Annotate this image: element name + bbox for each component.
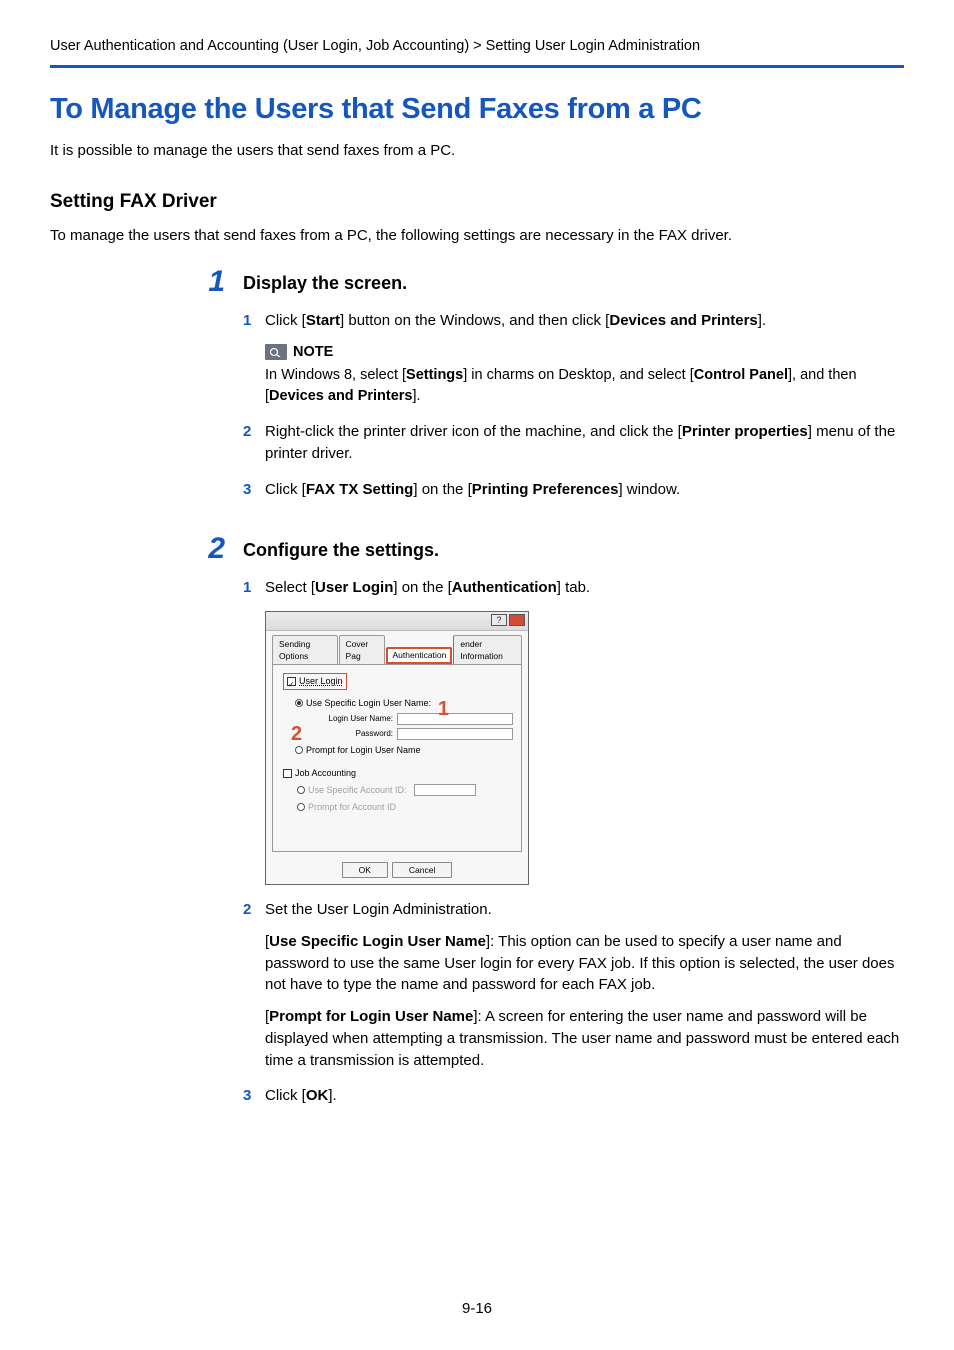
subsection-intro: To manage the users that send faxes from… <box>50 225 904 247</box>
user-login-label: User Login <box>299 675 343 688</box>
login-user-input[interactable] <box>397 713 513 725</box>
intro-text: It is possible to manage the users that … <box>50 140 904 162</box>
use-acc-radio <box>297 786 305 794</box>
tab-sender-info[interactable]: ender Information <box>453 635 522 664</box>
close-button[interactable] <box>509 614 525 626</box>
job-acc-label: Job Accounting <box>295 767 356 780</box>
note-box: NOTE In Windows 8, select [Settings] in … <box>265 342 904 407</box>
step-2-2: 2 Set the User Login Administration. [Us… <box>243 899 904 1071</box>
header-rule <box>50 65 904 68</box>
user-login-checkbox[interactable]: ✓ <box>287 677 296 686</box>
page-title: To Manage the Users that Send Faxes from… <box>50 88 904 130</box>
substep-number: 2 <box>243 421 251 443</box>
cancel-button[interactable]: Cancel <box>392 862 452 878</box>
substep-number: 3 <box>243 1085 251 1107</box>
password-label: Password: <box>315 728 393 740</box>
step-1-title: Display the screen. <box>243 267 904 296</box>
password-input[interactable] <box>397 728 513 740</box>
step-1-number: 1 <box>50 267 243 297</box>
step-2-number: 2 <box>50 534 243 564</box>
step-2-title: Configure the settings. <box>243 534 904 563</box>
tab-cover-page[interactable]: Cover Pag <box>339 635 386 664</box>
login-user-label: Login User Name: <box>315 713 393 725</box>
account-id-input <box>414 784 476 796</box>
use-specific-label: Use Specific Login User Name: <box>306 697 431 710</box>
job-acc-checkbox[interactable] <box>283 769 292 778</box>
breadcrumb: User Authentication and Accounting (User… <box>50 36 904 65</box>
step-1-1: 1 Click [Start] button on the Windows, a… <box>243 310 904 407</box>
prompt-acc-label: Prompt for Account ID <box>308 801 396 814</box>
page-number: 9-16 <box>0 1298 954 1320</box>
use-specific-radio[interactable] <box>295 699 303 707</box>
callout-1: 1 <box>438 695 449 724</box>
tab-sending-options[interactable]: Sending Options <box>272 635 338 664</box>
substep-number: 1 <box>243 577 251 599</box>
step-2-3: 3 Click [OK]. <box>243 1085 904 1107</box>
substep-number: 3 <box>243 479 251 501</box>
note-label: NOTE <box>293 342 333 363</box>
prompt-login-label: Prompt for Login User Name <box>306 744 421 757</box>
use-acc-label: Use Specific Account ID: <box>308 784 407 797</box>
prompt-login-radio[interactable] <box>295 746 303 754</box>
help-button[interactable]: ? <box>491 614 507 626</box>
callout-2: 2 <box>291 720 302 749</box>
step-2-1: 1 Select [User Login] on the [Authentica… <box>243 577 904 885</box>
fax-dialog: ? Sending Options Cover Pag Authenticati… <box>265 611 529 885</box>
substep-number: 2 <box>243 899 251 921</box>
note-icon <box>265 344 287 360</box>
step-1-3: 3 Click [FAX TX Setting] on the [Printin… <box>243 479 904 501</box>
tab-authentication[interactable]: Authentication <box>386 647 452 663</box>
prompt-acc-radio <box>297 803 305 811</box>
step-1-2: 2 Right-click the printer driver icon of… <box>243 421 904 465</box>
subsection-title: Setting FAX Driver <box>50 188 904 216</box>
titlebar: ? <box>266 612 528 631</box>
substep-number: 1 <box>243 310 251 332</box>
ok-button[interactable]: OK <box>342 862 388 878</box>
